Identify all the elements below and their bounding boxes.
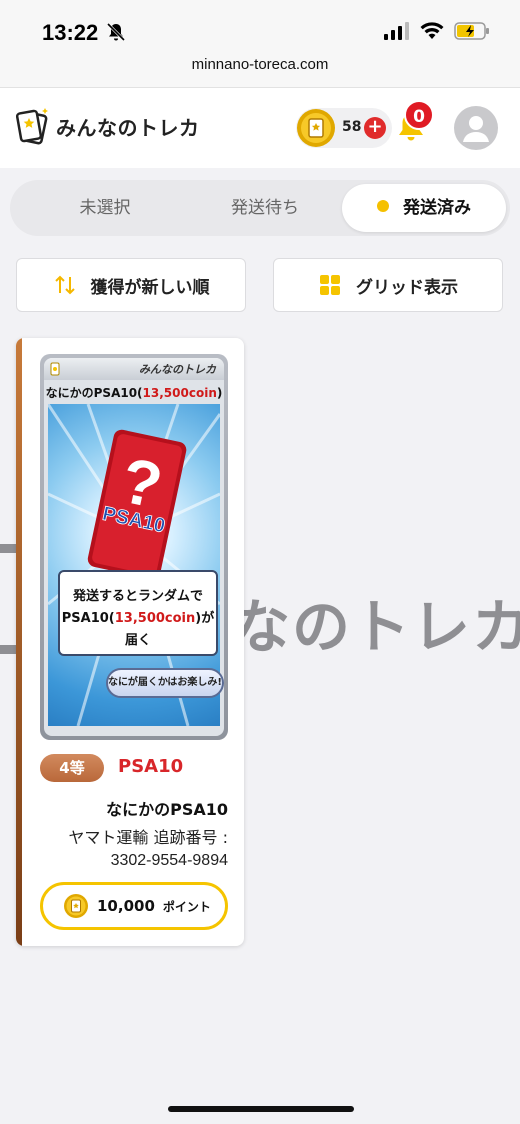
card-art-logo: みんなのトレカ bbox=[139, 363, 216, 376]
shipping-status-tabs: 未選択 発送待ち 発送済み bbox=[10, 180, 510, 236]
tab-unselected[interactable]: 未選択 bbox=[20, 184, 190, 232]
rank-label: PSA10 bbox=[118, 756, 184, 777]
sort-label: 獲得が新しい順 bbox=[90, 277, 210, 298]
tab-shipped-label: 発送済み bbox=[403, 198, 471, 218]
tab-awaiting-shipment[interactable]: 発送待ち bbox=[180, 184, 350, 232]
battery-icon bbox=[454, 22, 489, 40]
card-logo-icon bbox=[16, 108, 48, 145]
points-unit: ポイント bbox=[162, 899, 211, 914]
sort-arrows-icon bbox=[54, 275, 75, 295]
avatar[interactable] bbox=[454, 106, 498, 150]
mystery-card: ? PSA10 bbox=[87, 429, 187, 580]
site-logo[interactable]: みんなのトレカ bbox=[16, 106, 200, 146]
user-icon bbox=[463, 116, 489, 142]
rank-color-stripe bbox=[16, 338, 22, 946]
home-indicator[interactable] bbox=[168, 1106, 354, 1112]
tab-shipped[interactable]: 発送済み bbox=[342, 184, 506, 232]
bell-off-icon bbox=[106, 22, 126, 42]
card-art-topbar: みんなのトレカ bbox=[44, 358, 224, 380]
prize-name: なにかのPSA10 bbox=[106, 800, 228, 819]
shipping-carrier: ヤマト運輸 追跡番号 : bbox=[68, 828, 228, 847]
rank-badge: 4等 bbox=[40, 754, 104, 782]
add-coin-button[interactable]: + bbox=[364, 117, 386, 139]
url-text[interactable]: minnano-toreca.com bbox=[0, 56, 520, 73]
wifi-icon bbox=[420, 22, 444, 39]
points-button[interactable]: 10,000 ポイント bbox=[40, 882, 228, 930]
coin-icon bbox=[297, 109, 335, 147]
notification-badge: 0 bbox=[404, 100, 434, 130]
sort-button[interactable]: 獲得が新しい順 bbox=[16, 258, 246, 312]
grid-icon bbox=[320, 275, 340, 295]
card-art-pill: なにが届くかはお楽しみ! bbox=[106, 668, 224, 698]
coin-balance[interactable]: 58 + bbox=[296, 108, 392, 148]
signal-icon bbox=[384, 22, 409, 40]
background-watermark: なのトレカ bbox=[232, 593, 520, 661]
small-card-icon bbox=[50, 362, 60, 376]
coin-icon bbox=[64, 894, 88, 918]
status-time: 13:22 bbox=[42, 20, 99, 45]
app-header: みんなのトレカ 58 + bbox=[0, 88, 520, 168]
card-art-message: 発送するとランダムで PSA10(13,500coin)が届く bbox=[58, 570, 218, 656]
grid-label: グリッド表示 bbox=[356, 277, 458, 298]
coin-count: 58 bbox=[342, 119, 362, 135]
tracking-number[interactable]: 3302-9554-9894 bbox=[111, 852, 228, 870]
points-value: 10,000 bbox=[97, 897, 155, 915]
card-art-title: なにかのPSA10(13,500coin) bbox=[45, 386, 223, 400]
prize-card-image: みんなのトレカ なにかのPSA10(13,500coin) ? PSA10 発送… bbox=[40, 354, 228, 740]
grid-view-button[interactable]: グリッド表示 bbox=[273, 258, 503, 312]
logo-text: みんなのトレカ bbox=[56, 115, 200, 140]
prize-card[interactable]: みんなのトレカ なにかのPSA10(13,500coin) ? PSA10 発送… bbox=[16, 338, 244, 946]
active-dot bbox=[377, 200, 389, 212]
